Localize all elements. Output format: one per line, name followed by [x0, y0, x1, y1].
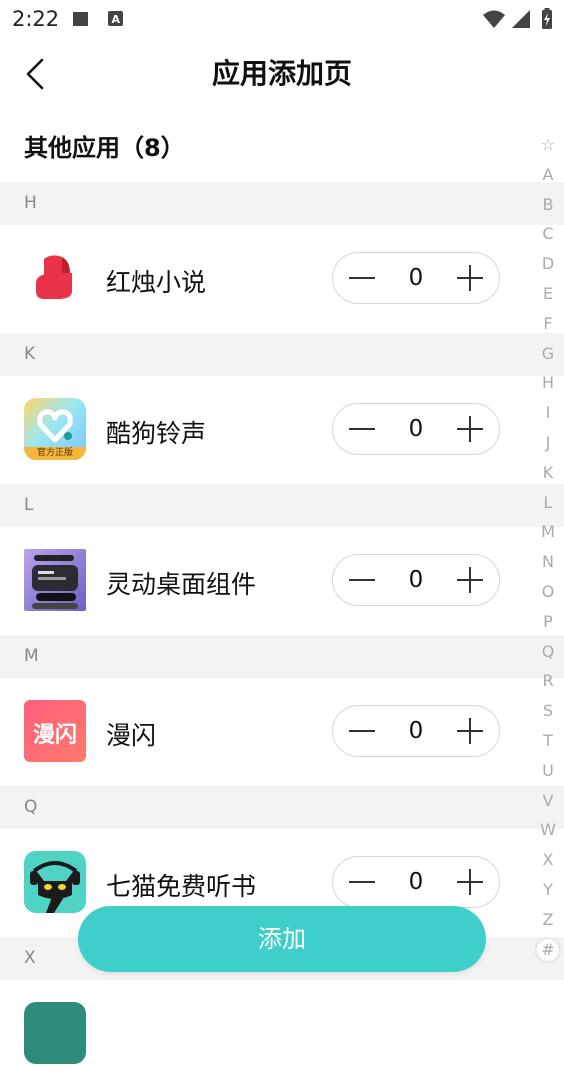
quantity-stepper: 0 [332, 554, 500, 606]
alphabet-index[interactable]: ☆ A B C D E F G H I J K L M N O P Q R S … [532, 130, 564, 961]
quantity-stepper: 0 [332, 705, 500, 757]
alpha-index-t[interactable]: T [532, 726, 564, 756]
alpha-index-n[interactable]: N [532, 547, 564, 577]
alpha-index-hash[interactable]: # [537, 938, 559, 961]
alpha-index-q[interactable]: Q [532, 637, 564, 667]
app-name: 酷狗铃声 [106, 419, 207, 448]
list-item: 红烛小说 0 [0, 225, 564, 333]
quantity-stepper: 0 [332, 856, 500, 908]
list-item: 官方正版 酷狗铃声 0 [0, 376, 564, 484]
cell-signal-icon [512, 10, 530, 28]
alpha-index-j[interactable]: J [532, 428, 564, 458]
alpha-index-k[interactable]: K [532, 458, 564, 488]
app-name: 漫闪 [106, 721, 157, 750]
alpha-index-h[interactable]: H [532, 368, 564, 398]
plus-icon[interactable] [455, 414, 485, 444]
alpha-index-g[interactable]: G [532, 339, 564, 369]
list-item: 漫闪 漫闪 0 [0, 678, 564, 786]
quantity-stepper: 0 [332, 403, 500, 455]
kugou-ringtone-icon: 官方正版 [24, 398, 86, 460]
quantity-stepper: 0 [332, 252, 500, 304]
kugou-badge: 官方正版 [36, 448, 73, 458]
alpha-index-c[interactable]: C [532, 219, 564, 249]
manshan-icon-text: 漫闪 [32, 723, 77, 748]
font-a-icon: A [108, 11, 123, 26]
letter-header-q: Q [0, 786, 564, 829]
list-item: 灵动桌面组件 0 [0, 527, 564, 635]
alpha-index-x[interactable]: X [532, 845, 564, 875]
letter-header-l: L [0, 484, 564, 527]
plus-icon[interactable] [455, 263, 485, 293]
plus-icon[interactable] [455, 716, 485, 746]
alpha-index-p[interactable]: P [532, 607, 564, 637]
wifi-icon [483, 10, 505, 28]
desktop-widget-icon [24, 549, 86, 611]
alpha-index-z[interactable]: Z [532, 905, 564, 935]
alpha-index-l[interactable]: L [532, 488, 564, 518]
manshan-icon: 漫闪 [24, 700, 86, 762]
app-name: 灵动桌面组件 [106, 570, 257, 599]
alpha-index-d[interactable]: D [532, 249, 564, 279]
section-title: 其他应用（8） [24, 134, 185, 162]
add-button[interactable]: 添加 [78, 906, 486, 972]
battery-icon [542, 8, 552, 29]
alpha-index-i[interactable]: I [532, 398, 564, 428]
alpha-index-s[interactable]: S [532, 696, 564, 726]
letter-header-h: H [0, 182, 564, 225]
alpha-index-m[interactable]: M [532, 517, 564, 547]
status-time: 2:22 [12, 7, 60, 31]
hongzhu-icon [24, 247, 86, 309]
alpha-index-o[interactable]: O [532, 577, 564, 607]
svg-text:A: A [112, 13, 121, 26]
notification-square-icon [73, 12, 88, 26]
alpha-index-f[interactable]: F [532, 309, 564, 339]
app-icon-partial [24, 1002, 86, 1064]
status-bar: 2:22 A [0, 0, 564, 38]
list-item [0, 980, 564, 1088]
alpha-index-u[interactable]: U [532, 756, 564, 786]
alpha-index-v[interactable]: V [532, 786, 564, 816]
qimao-cat-icon [24, 851, 86, 913]
alpha-index-a[interactable]: A [532, 160, 564, 190]
header: 应用添加页 [0, 38, 564, 108]
app-name: 红烛小说 [106, 268, 207, 297]
alpha-index-b[interactable]: B [532, 190, 564, 220]
alpha-index-w[interactable]: W [532, 815, 564, 845]
alpha-index-star[interactable]: ☆ [532, 130, 564, 160]
alpha-index-e[interactable]: E [532, 279, 564, 309]
letter-header-k: K [0, 333, 564, 376]
plus-icon[interactable] [455, 565, 485, 595]
letter-header-m: M [0, 635, 564, 678]
page-title: 应用添加页 [211, 57, 352, 90]
app-name: 七猫免费听书 [106, 872, 257, 901]
plus-icon[interactable] [455, 867, 485, 897]
alpha-index-y[interactable]: Y [532, 875, 564, 905]
alpha-index-r[interactable]: R [532, 666, 564, 696]
